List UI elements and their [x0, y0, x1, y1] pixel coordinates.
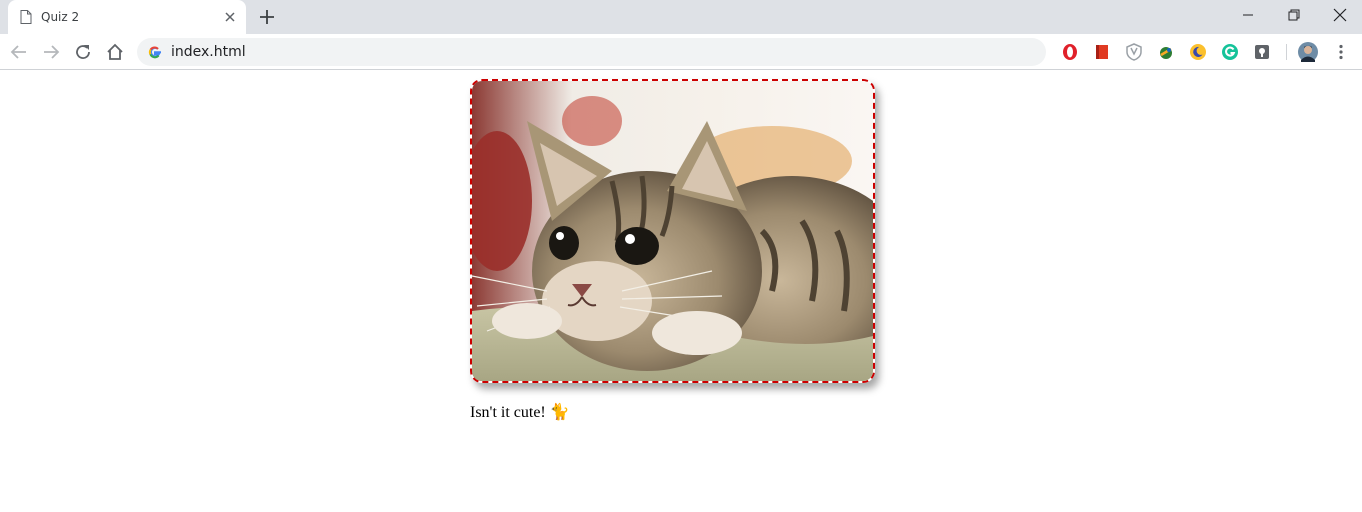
- shield-extension[interactable]: [1124, 42, 1144, 62]
- grammarly-extension[interactable]: [1220, 42, 1240, 62]
- opera-extension[interactable]: [1060, 42, 1080, 62]
- grammarly-icon: [1222, 44, 1238, 60]
- document-icon: [20, 10, 32, 24]
- reload-icon: [76, 45, 90, 59]
- page-content: Isn't it cute! 🐈: [0, 71, 1362, 512]
- moon-icon: [1190, 44, 1206, 60]
- forward-button[interactable]: [40, 41, 62, 63]
- tab-quiz-2[interactable]: Quiz 2: [8, 0, 246, 34]
- dark-mode-extension[interactable]: [1188, 42, 1208, 62]
- reload-button[interactable]: [72, 41, 94, 63]
- address-bar[interactable]: index.html: [137, 38, 1046, 66]
- arrow-left-icon: [10, 45, 26, 59]
- avatar: [1298, 42, 1318, 62]
- minimize-button[interactable]: [1225, 0, 1271, 30]
- bookmark-extension[interactable]: [1092, 42, 1112, 62]
- restore-button[interactable]: [1271, 0, 1317, 30]
- bookmark-icon: [1096, 45, 1108, 59]
- new-tab-icon[interactable]: [257, 7, 277, 27]
- arrow-right-icon: [44, 45, 60, 59]
- shield-icon: [1126, 43, 1142, 61]
- vpn-extension[interactable]: [1156, 42, 1176, 62]
- back-button[interactable]: [8, 41, 30, 63]
- minimize-icon: [1243, 14, 1253, 16]
- close-icon: [1333, 8, 1347, 22]
- restore-icon: [1288, 9, 1300, 21]
- more-vertical-icon: [1339, 44, 1343, 60]
- tab-title: Quiz 2: [41, 10, 80, 24]
- toolbar-divider: [1286, 44, 1287, 60]
- url-text: index.html: [171, 44, 246, 60]
- google-icon: [148, 46, 161, 59]
- opera-icon: [1063, 44, 1077, 60]
- profile-button[interactable]: [1298, 42, 1318, 62]
- pocket-extension[interactable]: [1252, 42, 1272, 62]
- browser-toolbar: index.html: [0, 34, 1362, 70]
- image-caption: Isn't it cute! 🐈: [470, 404, 570, 421]
- pocket-icon: [1255, 45, 1269, 59]
- close-window-button[interactable]: [1317, 0, 1362, 30]
- tab-strip: Quiz 2: [0, 0, 1362, 34]
- menu-button[interactable]: [1331, 42, 1351, 62]
- kitten-photo: [472, 81, 873, 381]
- kitten-image: [470, 79, 875, 383]
- close-tab-icon[interactable]: [222, 9, 238, 25]
- vpn-globe-icon: [1160, 47, 1172, 59]
- home-icon: [107, 43, 123, 60]
- home-button[interactable]: [104, 41, 126, 63]
